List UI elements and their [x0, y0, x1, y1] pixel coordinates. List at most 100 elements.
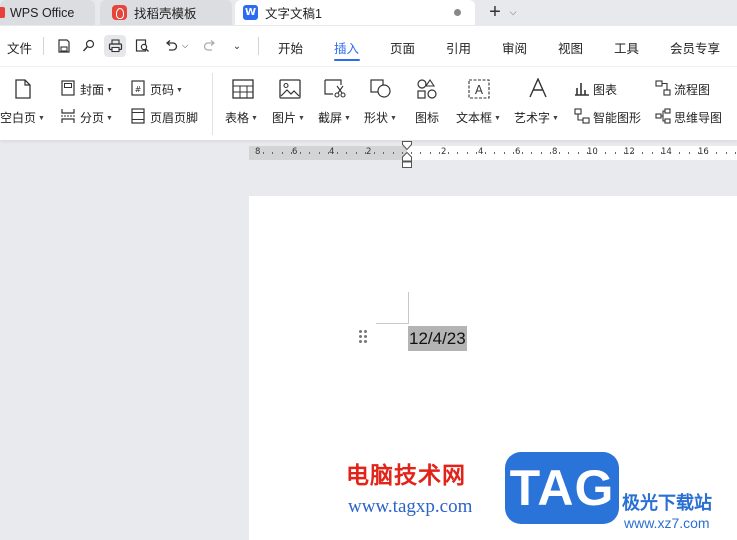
- ruler-tick: [642, 152, 643, 154]
- ruler-tick: [578, 152, 579, 154]
- ruler-tick: [605, 152, 606, 154]
- ruler-tick: [707, 152, 708, 154]
- ruler-tick: [374, 152, 375, 154]
- table-icon: [232, 79, 254, 99]
- ruler-tick: [661, 152, 662, 154]
- svg-text:#: #: [135, 85, 142, 94]
- new-tab-plus-icon[interactable]: +: [484, 1, 506, 23]
- ruler-tick: [735, 152, 736, 154]
- menu-review[interactable]: 审阅: [502, 38, 527, 57]
- active-tab-indicator: [334, 59, 360, 61]
- file-menu[interactable]: 文件: [7, 38, 32, 57]
- ruler-tick: [365, 152, 366, 154]
- unsaved-dot-icon[interactable]: [454, 9, 461, 16]
- header-footer-icon: [131, 108, 145, 124]
- margin-corner-mark: [376, 323, 408, 324]
- ruler-number: 6: [515, 147, 521, 157]
- ruler-tick: [494, 152, 495, 154]
- page-break-label: 分页 ▼: [80, 111, 113, 125]
- shape-icon: [370, 79, 391, 98]
- watermark-title: 电脑技术网: [346, 463, 466, 489]
- ruler-number: 4: [478, 147, 484, 157]
- icon-library-label: 图标: [415, 111, 440, 125]
- tab-bar: WPS Office 找稻壳模板 W 文字文稿1 + ⌵: [0, 0, 737, 26]
- mindmap-icon: [655, 108, 671, 124]
- paragraph-drag-handle-icon[interactable]: [359, 330, 369, 344]
- tab-document[interactable]: W 文字文稿1: [235, 0, 475, 25]
- first-line-indent-marker-icon[interactable]: [402, 141, 412, 150]
- ruler-tick: [448, 152, 449, 154]
- ruler-number: 4: [329, 147, 335, 157]
- menu-references[interactable]: 引用: [446, 38, 471, 57]
- menu-member[interactable]: 会员专享: [670, 38, 720, 57]
- redo-icon[interactable]: [199, 35, 221, 57]
- ruler-number: 2: [441, 147, 447, 157]
- watermark-site: www.xz7.com: [624, 515, 710, 531]
- ruler-tick: [263, 152, 264, 154]
- ruler-tick: [328, 152, 329, 154]
- tab-template[interactable]: 找稻壳模板: [100, 0, 232, 25]
- header-footer-label: 页眉页脚: [150, 111, 199, 125]
- save-icon[interactable]: [53, 35, 75, 57]
- ruler-tick: [716, 152, 717, 154]
- ruler-tick: [698, 152, 699, 154]
- table-label: 表格 ▼: [225, 111, 258, 125]
- insert-ribbon: 空白页 ▼ 封面 ▼ 分页 ▼ # 页码 ▼ 页眉页脚 表格 ▼ 图片 ▼ 截屏 ▼ 形状 ▼: [0, 66, 737, 140]
- page-number-label: 页码 ▼: [150, 83, 183, 97]
- ruler-tick: [383, 152, 384, 154]
- menu-tools[interactable]: 工具: [614, 38, 639, 57]
- blank-page-icon: [15, 79, 31, 99]
- writer-logo-icon: W: [243, 5, 258, 20]
- ruler-tick: [457, 152, 458, 154]
- format-painter-icon[interactable]: [78, 35, 100, 57]
- scissors-icon: [324, 79, 346, 98]
- ruler-tick: [550, 152, 551, 154]
- ruler-number: 8: [255, 147, 261, 157]
- ruler-tick: [624, 152, 625, 154]
- ruler-tick: [596, 152, 597, 154]
- watermark-tag-logo: TAG: [505, 452, 619, 524]
- menu-view[interactable]: 视图: [558, 38, 583, 57]
- textbox-icon: A: [468, 79, 490, 99]
- quick-access-more-chevron-icon[interactable]: ⌄: [226, 35, 248, 57]
- svg-text:A: A: [475, 83, 484, 97]
- picture-icon: [279, 79, 301, 99]
- ruler-tick: [346, 152, 347, 154]
- ruler-tick: [541, 152, 542, 154]
- selected-date-text[interactable]: 12/4/23: [408, 326, 467, 351]
- hanging-indent-marker-icon[interactable]: [402, 152, 412, 168]
- ruler-tick: [272, 152, 273, 154]
- menu-bar: 文件 ⌵ ⌄ 开始 插入 页面 引用 审阅 视图 工具 会员专享: [0, 26, 737, 66]
- divider: [212, 73, 213, 135]
- ruler-number: 8: [552, 147, 558, 157]
- ruler-tick: [522, 152, 523, 154]
- wps-logo-icon: [0, 7, 5, 18]
- menu-page[interactable]: 页面: [390, 38, 415, 57]
- tab-wps-office[interactable]: WPS Office: [0, 0, 95, 25]
- watermark-brand: 极光下载站: [622, 493, 712, 514]
- menu-home[interactable]: 开始: [278, 38, 303, 57]
- divider: [43, 37, 44, 55]
- chart-label: 图表: [593, 83, 618, 97]
- shape-label: 形状 ▼: [364, 111, 397, 125]
- chevron-down-icon[interactable]: ⌵: [506, 5, 520, 19]
- picture-label: 图片 ▼: [272, 111, 305, 125]
- ruler-tick: [615, 152, 616, 154]
- ruler-tick: [679, 152, 680, 154]
- menu-insert[interactable]: 插入: [334, 38, 359, 57]
- ruler-tick: [485, 152, 486, 154]
- ruler-tick: [291, 152, 292, 154]
- print-preview-icon[interactable]: [131, 35, 153, 57]
- ruler-tick: [356, 152, 357, 154]
- cover-label: 封面 ▼: [80, 83, 113, 97]
- ruler-tick: [467, 152, 468, 154]
- print-icon[interactable]: [104, 35, 126, 57]
- ruler-tick: [587, 152, 588, 154]
- undo-dropdown-chevron-icon[interactable]: ⌵: [178, 35, 192, 57]
- flowchart-icon: [655, 80, 671, 96]
- chart-icon: [575, 83, 589, 96]
- horizontal-ruler[interactable]: 8 6 4 2 2 4 6 8 10 12 14 16: [249, 146, 737, 160]
- ruler-tick: [439, 152, 440, 154]
- tab-label: 找稻壳模板: [134, 7, 197, 21]
- ruler-number: 6: [292, 147, 298, 157]
